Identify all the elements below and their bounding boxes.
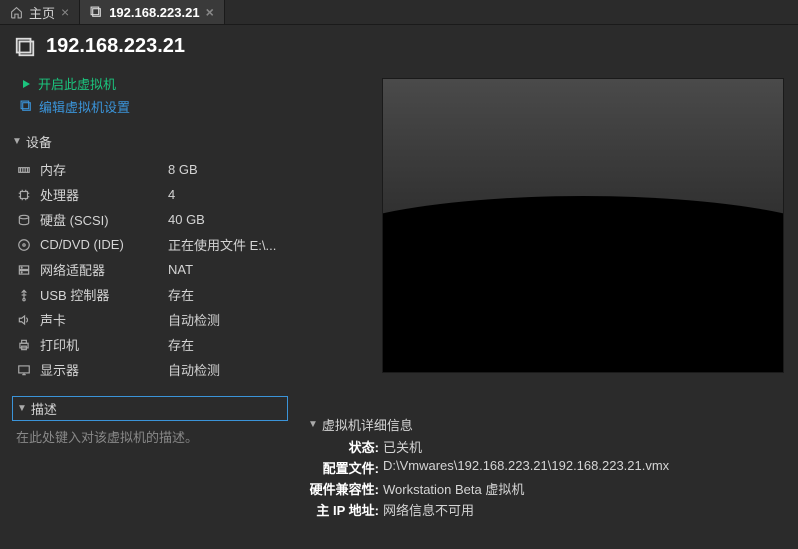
device-value: 正在使用文件 E:\...: [168, 235, 276, 254]
device-row-cpu[interactable]: 处理器 4: [12, 182, 288, 207]
device-row-disk[interactable]: 硬盘 (SCSI) 40 GB: [12, 207, 288, 232]
cd-icon: [16, 238, 32, 252]
detail-compat: 硬件兼容性: Workstation Beta 虚拟机: [308, 478, 784, 499]
detail-ip: 主 IP 地址: 网络信息不可用: [308, 499, 784, 520]
device-value: 4: [168, 187, 175, 202]
device-value: 自动检测: [168, 360, 220, 379]
device-row-network[interactable]: 网络适配器 NAT: [12, 257, 288, 282]
printer-icon: [16, 338, 32, 352]
vm-icon: [90, 6, 103, 19]
title-bar: 192.168.223.21: [0, 25, 798, 68]
preview-curve: [382, 196, 784, 373]
tab-label: 主页: [29, 3, 55, 22]
home-icon: [10, 6, 23, 19]
network-icon: [16, 263, 32, 277]
close-icon[interactable]: ×: [206, 4, 214, 20]
edit-settings-label: 编辑虚拟机设置: [39, 97, 130, 116]
details-section-header[interactable]: ▼ 虚拟机详细信息: [308, 413, 784, 436]
cpu-icon: [16, 188, 32, 202]
device-value: 存在: [168, 335, 194, 354]
edit-settings-link[interactable]: 编辑虚拟机设置: [20, 95, 280, 118]
device-name: 硬盘 (SCSI): [40, 210, 160, 229]
detail-config: 配置文件: D:\Vmwares\192.168.223.21\192.168.…: [308, 457, 784, 478]
display-icon: [16, 363, 32, 377]
memory-icon: [16, 163, 32, 177]
device-name: 打印机: [40, 335, 160, 354]
detail-label: 硬件兼容性:: [308, 479, 383, 498]
tab-vm[interactable]: 192.168.223.21 ×: [80, 0, 225, 24]
action-links: 开启此虚拟机 编辑虚拟机设置: [12, 68, 288, 130]
detail-state: 状态: 已关机: [308, 436, 784, 457]
device-row-printer[interactable]: 打印机 存在: [12, 332, 288, 357]
chevron-down-icon: ▼: [17, 403, 27, 414]
device-name: USB 控制器: [40, 285, 160, 304]
sound-icon: [16, 313, 32, 327]
description-section-header[interactable]: ▼ 描述: [12, 396, 288, 421]
description-placeholder[interactable]: 在此处键入对该虚拟机的描述。: [12, 421, 288, 452]
tab-bar: 主页 × 192.168.223.21 ×: [0, 0, 798, 25]
vm-icon: [14, 36, 36, 58]
device-value: 自动检测: [168, 310, 220, 329]
close-icon[interactable]: ×: [61, 4, 69, 20]
chevron-down-icon: ▼: [308, 419, 318, 430]
device-row-sound[interactable]: 声卡 自动检测: [12, 307, 288, 332]
details-section-label: 虚拟机详细信息: [322, 415, 413, 434]
device-row-cd[interactable]: CD/DVD (IDE) 正在使用文件 E:\...: [12, 232, 288, 257]
device-name: 显示器: [40, 360, 160, 379]
detail-label: 配置文件:: [308, 458, 383, 477]
device-value: NAT: [168, 262, 193, 277]
devices-section-label: 设备: [26, 132, 52, 151]
disk-icon: [16, 213, 32, 227]
detail-value: Workstation Beta 虚拟机: [383, 479, 524, 498]
detail-value: 网络信息不可用: [383, 500, 474, 519]
usb-icon: [16, 288, 32, 302]
tab-label: 192.168.223.21: [109, 5, 199, 20]
power-on-label: 开启此虚拟机: [38, 74, 116, 93]
device-name: 处理器: [40, 185, 160, 204]
device-value: 存在: [168, 285, 194, 304]
device-name: 网络适配器: [40, 260, 160, 279]
detail-value: D:\Vmwares\192.168.223.21\192.168.223.21…: [383, 458, 669, 477]
tab-home[interactable]: 主页 ×: [0, 0, 80, 24]
vm-preview[interactable]: [382, 78, 784, 373]
play-icon: [20, 78, 32, 90]
device-name: 内存: [40, 160, 160, 179]
device-row-usb[interactable]: USB 控制器 存在: [12, 282, 288, 307]
detail-label: 状态:: [308, 437, 383, 456]
description-section-label: 描述: [31, 399, 57, 418]
device-table: 内存 8 GB 处理器 4 硬盘 (SCSI) 40 GB CD/DVD (ID…: [12, 157, 288, 382]
power-on-link[interactable]: 开启此虚拟机: [20, 72, 280, 95]
device-row-display[interactable]: 显示器 自动检测: [12, 357, 288, 382]
content: 开启此虚拟机 编辑虚拟机设置 ▼ 设备 内存 8 GB 处理器 4: [0, 68, 798, 544]
device-value: 8 GB: [168, 162, 198, 177]
page-title: 192.168.223.21: [46, 35, 185, 58]
device-row-memory[interactable]: 内存 8 GB: [12, 157, 288, 182]
devices-section-header[interactable]: ▼ 设备: [12, 130, 288, 153]
detail-label: 主 IP 地址:: [308, 500, 383, 519]
left-panel: 开启此虚拟机 编辑虚拟机设置 ▼ 设备 内存 8 GB 处理器 4: [0, 68, 300, 544]
vm-details: ▼ 虚拟机详细信息 状态: 已关机 配置文件: D:\Vmwares\192.1…: [308, 413, 784, 520]
device-name: CD/DVD (IDE): [40, 237, 160, 252]
right-panel: ▼ 虚拟机详细信息 状态: 已关机 配置文件: D:\Vmwares\192.1…: [300, 68, 798, 544]
device-name: 声卡: [40, 310, 160, 329]
edit-vm-icon: [20, 100, 33, 113]
chevron-down-icon: ▼: [12, 136, 22, 147]
detail-value: 已关机: [383, 437, 422, 456]
device-value: 40 GB: [168, 212, 205, 227]
